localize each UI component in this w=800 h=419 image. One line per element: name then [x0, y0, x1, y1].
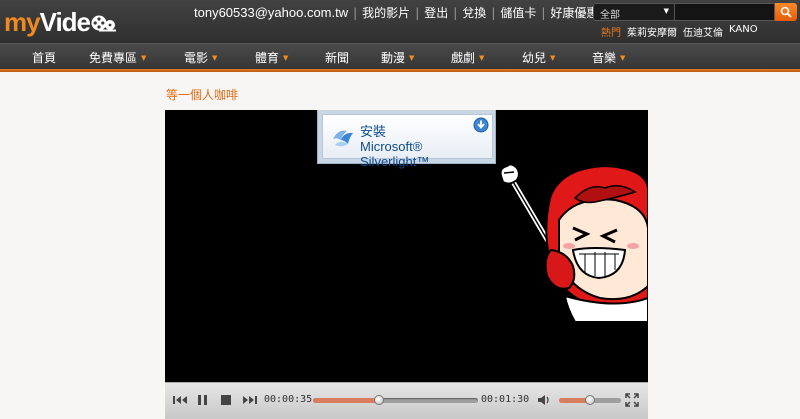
duration-time: 00:01:30: [481, 394, 530, 405]
nav-news[interactable]: 新聞: [325, 49, 349, 66]
my-videos-link[interactable]: 我的影片: [362, 4, 410, 21]
user-links: tony60533@yahoo.com.tw | 我的影片 | 登出 | 兌換 …: [194, 4, 598, 21]
hot-searches: 熱門 茱莉安摩爾 伍迪艾倫 KANO: [601, 24, 758, 39]
video-title: 等一個人咖啡: [166, 88, 239, 102]
nav-label: 新聞: [325, 51, 350, 65]
nav-home[interactable]: 首頁: [32, 49, 56, 66]
silverlight-brand-text: Microsoft® Silverlight™: [360, 139, 430, 169]
nav-sports[interactable]: 體育 ▼: [255, 49, 288, 66]
chevron-down-icon: ▼: [479, 54, 485, 62]
pause-icon[interactable]: [197, 393, 209, 407]
nav-free-zone[interactable]: 免費專區 ▼: [89, 49, 146, 66]
main-nav: 首頁 免費專區 ▼ 電影 ▼ 體育 ▼ 新聞 動漫 ▼ 戲劇 ▼ 幼兒 ▼ 音樂 ▼: [0, 43, 800, 72]
logo-my: my: [4, 7, 41, 37]
nav-kids[interactable]: 幼兒 ▼: [522, 49, 555, 66]
offers-link[interactable]: 好康優惠: [550, 4, 598, 21]
silverlight-logo-icon: [333, 130, 353, 147]
prepaid-card-link[interactable]: 儲值卡: [500, 4, 536, 21]
chevron-down-icon: ▼: [141, 54, 147, 62]
nav-label: 戲劇: [451, 51, 476, 65]
progress-fill: [313, 398, 379, 403]
nav-music[interactable]: 音樂 ▼: [592, 49, 625, 66]
film-reel-icon: [91, 15, 117, 32]
hot-item[interactable]: 伍迪艾倫: [683, 24, 723, 39]
nav-label: 幼兒: [522, 51, 547, 65]
chevron-down-icon: ▼: [620, 54, 626, 62]
search-button[interactable]: [775, 3, 797, 21]
category-select[interactable]: 全部 ▼: [593, 3, 675, 21]
chevron-down-icon: ▼: [550, 54, 556, 62]
nav-label: 動漫: [381, 51, 406, 65]
volume-slider[interactable]: [559, 395, 621, 405]
separator: |: [415, 5, 420, 20]
search-input[interactable]: [675, 3, 775, 21]
nav-movies[interactable]: 電影 ▼: [184, 49, 217, 66]
separator: |: [491, 5, 496, 20]
chevron-down-icon: ▼: [212, 54, 218, 62]
dropdown-arrow-icon: ▼: [663, 7, 669, 15]
video-player[interactable]: 安裝 Microsoft® Silverlight™: [165, 110, 648, 382]
stop-icon[interactable]: [220, 393, 232, 407]
fullscreen-icon[interactable]: [625, 393, 639, 407]
cartoon-mascot-image: [499, 159, 648, 322]
previous-icon[interactable]: [172, 393, 188, 407]
nav-label: 首頁: [32, 51, 57, 65]
volume-icon[interactable]: [537, 393, 553, 407]
nav-label: 電影: [184, 51, 209, 65]
logo-video: Vide: [39, 7, 91, 37]
nav-label: 體育: [255, 51, 280, 65]
hot-label: 熱門: [601, 28, 621, 39]
separator: |: [353, 5, 358, 20]
volume-handle[interactable]: [585, 395, 595, 405]
nav-label: 免費專區: [89, 51, 138, 65]
category-select-value: 全部: [600, 10, 620, 21]
separator: |: [541, 5, 546, 20]
elapsed-time: 00:00:35: [264, 394, 313, 405]
nav-drama[interactable]: 戲劇 ▼: [451, 49, 484, 66]
myvideo-logo[interactable]: my Vide: [4, 3, 117, 37]
hot-item[interactable]: KANO: [729, 24, 758, 39]
silverlight-banner-inner: 安裝 Microsoft® Silverlight™: [322, 114, 493, 169]
silverlight-install-banner[interactable]: 安裝 Microsoft® Silverlight™: [317, 110, 496, 169]
top-bar: my Vide tony60533@yahoo.com.tw | 我的影片 | 登…: [0, 0, 800, 43]
search-icon: [780, 6, 792, 18]
nav-label: 音樂: [592, 51, 617, 65]
progress-bar[interactable]: [313, 395, 478, 405]
nav-anime[interactable]: 動漫 ▼: [381, 49, 414, 66]
user-email-link[interactable]: tony60533@yahoo.com.tw: [194, 5, 348, 20]
search-area: 全部 ▼: [593, 3, 797, 21]
next-icon[interactable]: [242, 393, 258, 407]
chevron-down-icon: ▼: [409, 54, 415, 62]
progress-handle[interactable]: [374, 395, 384, 405]
redeem-link[interactable]: 兌換: [462, 4, 486, 21]
download-icon: [473, 117, 489, 133]
player-controls: 00:00:35 00:01:30: [165, 382, 648, 419]
logout-link[interactable]: 登出: [424, 4, 448, 21]
chevron-down-icon: ▼: [283, 54, 289, 62]
hot-item[interactable]: 茱莉安摩爾: [627, 24, 677, 39]
nav-accent-line: [0, 69, 800, 72]
separator: |: [453, 5, 458, 20]
silverlight-install-text: 安裝: [360, 125, 387, 140]
